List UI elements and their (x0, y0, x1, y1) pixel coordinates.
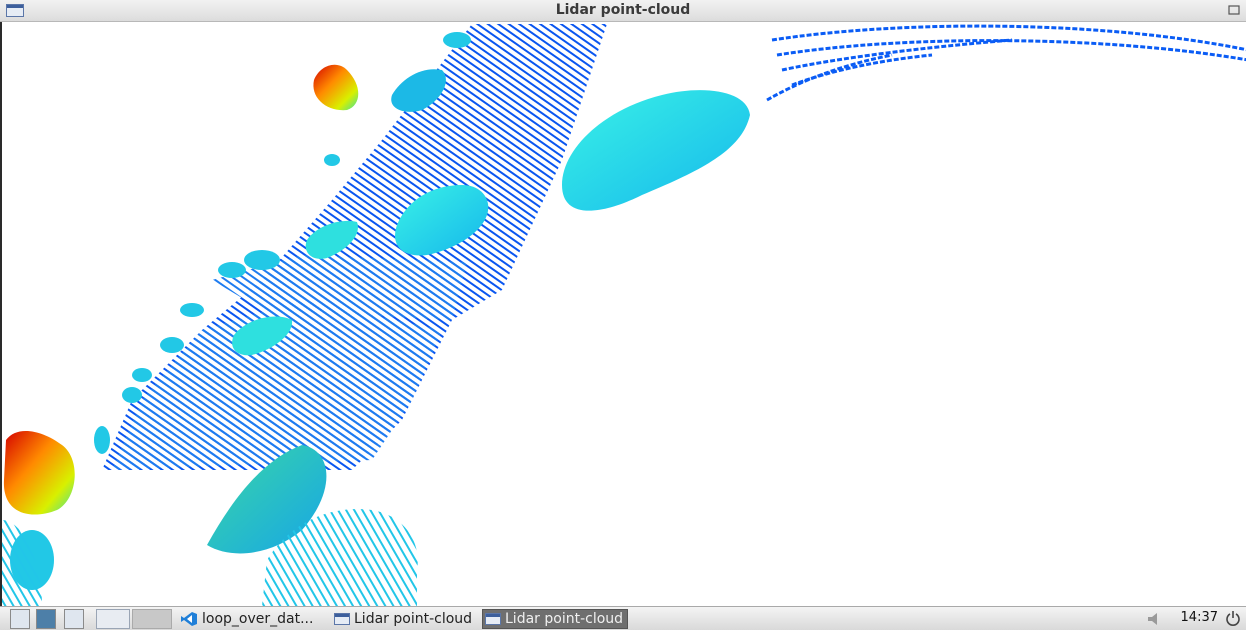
power-icon[interactable] (1224, 610, 1242, 628)
lidar-ring-arcs (766, 24, 1246, 102)
pointcloud-view (2, 24, 1246, 606)
task-label: Lidar point-cloud (505, 611, 624, 627)
window-icon (485, 613, 501, 625)
volume-icon[interactable] (1146, 611, 1168, 627)
taskbar-task-lidar-2[interactable]: Lidar point-cloud (482, 609, 628, 629)
title-bar: Lidar point-cloud (0, 0, 1246, 22)
window-control-icon[interactable] (1228, 4, 1240, 16)
taskbar-task-lidar-1[interactable]: Lidar point-cloud (332, 609, 478, 629)
pointcloud-canvas[interactable] (0, 22, 1246, 606)
vehicle-points (562, 90, 750, 211)
window-title: Lidar point-cloud (555, 2, 691, 18)
taskbar-task-vscode[interactable]: loop_over_dat... (178, 609, 328, 629)
pole-points (313, 64, 359, 111)
file-manager-icon[interactable] (10, 609, 30, 629)
clock[interactable]: 14:37 (1181, 610, 1218, 625)
terminal-icon[interactable] (36, 609, 56, 629)
show-desktop-button[interactable] (96, 609, 130, 629)
workspace-button[interactable] (132, 609, 172, 629)
pole-points (3, 430, 75, 515)
task-label: loop_over_dat... (202, 611, 314, 627)
task-label: Lidar point-cloud (354, 611, 473, 627)
taskbar: loop_over_dat... Lidar point-cloud Lidar… (0, 606, 1246, 630)
vscode-icon (181, 612, 197, 626)
window-icon (334, 613, 350, 625)
window-icon[interactable] (64, 609, 84, 629)
